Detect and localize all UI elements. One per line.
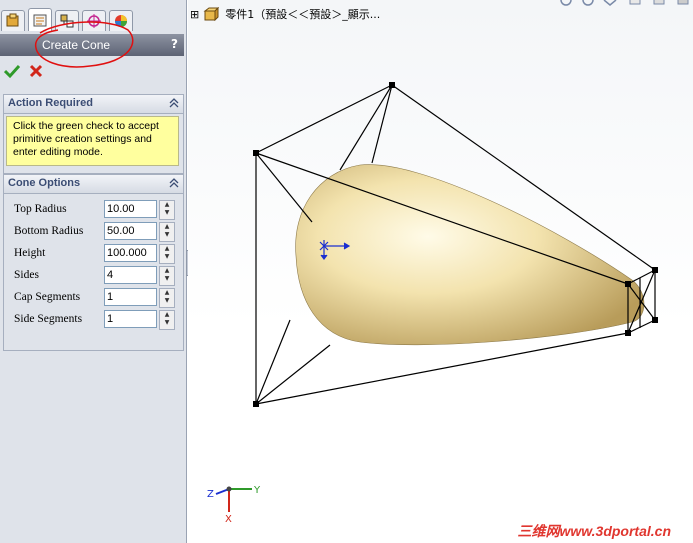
section-view-icon[interactable] bbox=[629, 0, 641, 5]
feature-manager-icon bbox=[6, 13, 19, 27]
field-label: Sides bbox=[14, 269, 39, 281]
height-input[interactable] bbox=[104, 244, 157, 262]
bottom-radius-spinner[interactable]: ▲ ▼ bbox=[159, 222, 175, 242]
field-sides: Sides ▲▼ bbox=[12, 266, 177, 286]
cone-options-group: Cone Options Top Radius ▲▼ Bottom Radius… bbox=[3, 174, 184, 351]
expand-icon[interactable]: ⊞ bbox=[190, 8, 199, 21]
help-button[interactable]: ? bbox=[171, 37, 178, 51]
side-segments-input[interactable] bbox=[104, 310, 157, 328]
cancel-button[interactable] bbox=[28, 63, 44, 79]
field-top-radius: Top Radius ▲▼ bbox=[12, 200, 177, 220]
view-orientation-icon[interactable] bbox=[653, 0, 665, 5]
vertex-handle[interactable] bbox=[253, 401, 259, 407]
green-check-icon bbox=[4, 64, 20, 79]
field-label: Bottom Radius bbox=[14, 225, 84, 237]
collapse-icon[interactable] bbox=[169, 178, 179, 188]
cone-options-header[interactable]: Cone Options bbox=[4, 175, 183, 194]
field-cap-segments: Cap Segments ▲▼ bbox=[12, 288, 177, 308]
field-label: Cap Segments bbox=[14, 291, 81, 303]
property-manager-icon bbox=[33, 14, 47, 27]
display-style-icon[interactable] bbox=[677, 0, 689, 5]
group-title: Action Required bbox=[8, 97, 93, 109]
height-spinner[interactable]: ▲ ▼ bbox=[159, 244, 175, 264]
red-x-icon bbox=[29, 64, 43, 78]
dimxpert-icon bbox=[87, 14, 101, 28]
vertex-handle[interactable] bbox=[652, 267, 658, 273]
tab-dimxpert[interactable] bbox=[82, 10, 106, 31]
tab-feature-manager[interactable] bbox=[1, 10, 25, 31]
vertex-handle[interactable] bbox=[389, 82, 395, 88]
part-icon bbox=[203, 7, 220, 21]
cap-segments-input[interactable] bbox=[104, 288, 157, 306]
manager-tabs bbox=[0, 6, 186, 32]
top-radius-input[interactable] bbox=[104, 200, 157, 218]
field-bottom-radius: Bottom Radius ▲▼ bbox=[12, 222, 177, 242]
field-label: Height bbox=[14, 247, 46, 259]
tab-configuration-manager[interactable] bbox=[55, 10, 79, 31]
group-title: Cone Options bbox=[8, 177, 81, 189]
action-required-header[interactable]: Action Required bbox=[4, 95, 183, 114]
field-label: Top Radius bbox=[14, 203, 67, 215]
top-radius-spinner[interactable]: ▲ ▼ bbox=[159, 200, 175, 220]
cap-segments-spinner[interactable]: ▲ ▼ bbox=[159, 288, 175, 308]
flyout-tree: ⊞ 零件1（預設＜＜預設＞_顯示... bbox=[190, 6, 380, 22]
side-segments-spinner[interactable]: ▲ ▼ bbox=[159, 310, 175, 330]
watermark: 三维网www.3dportal.cn bbox=[517, 523, 672, 539]
bottom-radius-input[interactable] bbox=[104, 222, 157, 240]
tab-appearance[interactable] bbox=[109, 10, 133, 31]
field-label: Side Segments bbox=[14, 313, 83, 325]
page-title: Create Cone bbox=[42, 38, 111, 52]
panel-title-bar: Create Cone ? bbox=[0, 34, 184, 56]
ok-button[interactable] bbox=[4, 63, 20, 79]
vertex-handle[interactable] bbox=[625, 281, 631, 287]
collapse-icon[interactable] bbox=[169, 98, 179, 108]
action-required-group: Action Required Click the green check to… bbox=[3, 94, 184, 174]
field-height: Height ▲▼ bbox=[12, 244, 177, 264]
vertex-handle[interactable] bbox=[253, 150, 259, 156]
vertex-handle[interactable] bbox=[652, 317, 658, 323]
vertex-handle[interactable] bbox=[625, 330, 631, 336]
sides-input[interactable] bbox=[104, 266, 157, 284]
sides-spinner[interactable]: ▲ ▼ bbox=[159, 266, 175, 286]
tab-property-manager[interactable] bbox=[28, 8, 52, 31]
appearance-icon bbox=[115, 15, 127, 27]
part-name[interactable]: 零件1（預設＜＜預設＞_顯示... bbox=[225, 6, 380, 22]
configuration-manager-icon bbox=[60, 14, 74, 28]
action-required-message: Click the green check to accept primitiv… bbox=[6, 116, 179, 166]
property-manager-panel: Create Cone ? Action Required Click the … bbox=[0, 0, 187, 543]
field-side-segments: Side Segments ▲▼ bbox=[12, 310, 177, 330]
